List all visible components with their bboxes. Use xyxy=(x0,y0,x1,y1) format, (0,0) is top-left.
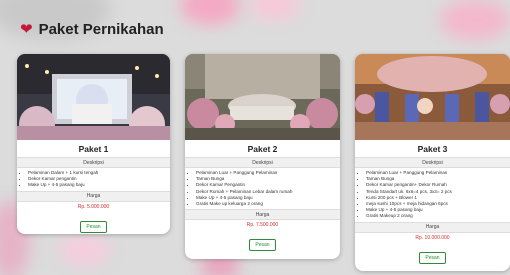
description-label-1: Deskripsi xyxy=(17,157,170,168)
price-label-1: Harga xyxy=(17,190,170,202)
package-title-1: Paket 1 xyxy=(78,144,109,154)
package-items-3: Pelaminan Luar + Panggung Pelaminan Tama… xyxy=(355,170,510,220)
description-label-3: Deskripsi xyxy=(355,157,510,168)
package-photo-2 xyxy=(185,54,340,140)
package-title-2: Paket 2 xyxy=(247,144,278,154)
package-photo-1 xyxy=(17,54,170,140)
heart-icon: ❤ xyxy=(20,20,33,38)
package-card-3: Paket 3 Deskripsi Pelaminan Luar + Pangg… xyxy=(355,54,510,271)
package-items-1: Pelaminan Dalam + 1 kursi tengah Dekor K… xyxy=(17,170,170,189)
package-title-3: Paket 3 xyxy=(417,144,448,154)
price-label-3: Harga xyxy=(355,221,510,233)
package-items-2: Pelaminan Luar + Panggung Pelaminan Tama… xyxy=(185,170,340,207)
package-price-3: Rp. 10.000.000 xyxy=(415,234,450,241)
list-item: Gratis Make up keluarga 2 orang xyxy=(196,201,340,207)
page-header: ❤ Paket Pernikahan xyxy=(20,18,164,40)
page-title: Paket Pernikahan xyxy=(38,20,164,38)
package-card-2: Paket 2 Deskripsi Pelaminan Luar + Pangg… xyxy=(185,54,340,259)
order-button-2[interactable]: Pesan xyxy=(249,239,276,252)
package-photo-3 xyxy=(355,54,510,140)
price-label-2: Harga xyxy=(185,209,340,221)
package-price-1: Rp. 5.000.000 xyxy=(77,203,110,210)
description-label-2: Deskripsi xyxy=(185,157,340,168)
list-item: Make Up + 4-5 pasang baju xyxy=(28,182,170,188)
order-button-3[interactable]: Pesan xyxy=(419,251,446,264)
package-card-1: Paket 1 Deskripsi Pelaminan Dalam + 1 ku… xyxy=(17,54,170,234)
package-price-2: Rp. 7.500.000 xyxy=(246,222,279,229)
order-button-1[interactable]: Pesan xyxy=(80,220,107,233)
list-item: Gratis Makeup 2 orang xyxy=(366,213,510,219)
